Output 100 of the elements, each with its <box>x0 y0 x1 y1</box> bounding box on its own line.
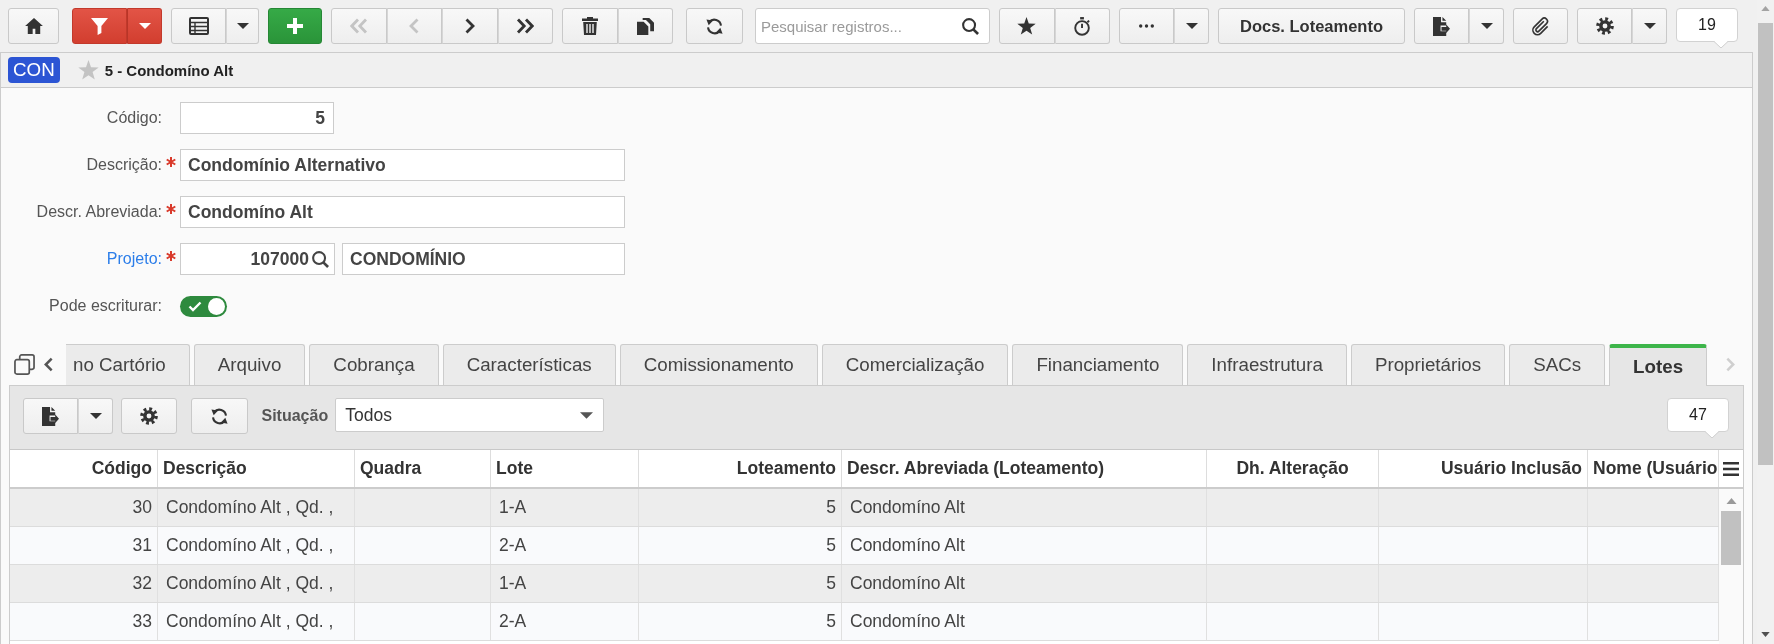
tab[interactable]: Características <box>442 344 616 385</box>
caret-icon <box>89 413 102 419</box>
refresh-button[interactable] <box>190 398 248 434</box>
scrollbar[interactable] <box>1719 489 1743 644</box>
column-header[interactable]: Dh. Alteração <box>1207 450 1379 487</box>
grid-view-button[interactable] <box>171 8 226 44</box>
table-cell: 5 <box>639 565 842 602</box>
caret-icon <box>1185 23 1198 29</box>
column-header[interactable]: Quadra <box>355 450 491 487</box>
table-cell: 5 <box>639 489 842 526</box>
tab[interactable]: Comercialização <box>821 344 1009 385</box>
table-cell: 2-A <box>491 603 639 640</box>
chevron-left-icon[interactable] <box>44 357 53 372</box>
column-header[interactable]: Descr. Abreviada (Loteamento) <box>842 450 1207 487</box>
settings-button[interactable] <box>1577 8 1632 44</box>
gear-icon <box>139 407 158 425</box>
caret-icon <box>138 23 151 29</box>
copy-icon[interactable] <box>14 354 35 375</box>
last-page-button[interactable] <box>497 8 553 44</box>
tab[interactable]: no Cartório <box>66 344 190 385</box>
delete-button[interactable] <box>562 8 618 44</box>
dropdown-button[interactable] <box>127 8 162 44</box>
text-field[interactable]: Condomínio Alternativo <box>180 149 625 181</box>
tab[interactable]: Proprietários <box>1350 344 1506 385</box>
tab[interactable]: Arquivo <box>193 344 306 385</box>
dropdown-button[interactable] <box>1174 8 1209 44</box>
field-label: Descrição: <box>85 156 162 174</box>
search-icon[interactable] <box>312 250 329 268</box>
field-link[interactable]: Projeto: <box>1 250 162 268</box>
table-row[interactable]: 33 Condomíno Alt , Qd. , 2-A 5 Condomíno Alt <box>10 603 1719 641</box>
status-dropdown[interactable]: Todos <box>335 398 605 432</box>
tab[interactable]: Financiamento <box>1012 344 1184 385</box>
table-cell: 30 <box>10 489 158 526</box>
duplicate-button[interactable] <box>617 8 673 44</box>
table-cell: Condomíno Alt <box>842 565 1207 602</box>
column-header[interactable]: Descrição <box>158 450 355 487</box>
column-header[interactable]: Loteamento <box>639 450 842 487</box>
lookup-description-field[interactable]: CONDOMÍNIO <box>342 243 625 275</box>
arrow-up-icon[interactable] <box>1725 498 1737 504</box>
table-cell: Condomíno Alt <box>842 603 1207 640</box>
dropdown-button[interactable] <box>1632 8 1667 44</box>
table-cell: Condomíno Alt <box>842 489 1207 526</box>
table-cell: Condomíno Alt , Qd. , <box>158 603 355 640</box>
attachment-button[interactable] <box>1513 8 1568 44</box>
field-label: Descr. Abreviada: <box>35 203 162 221</box>
dropdown-button[interactable] <box>1469 8 1504 44</box>
double-chevron-right-icon <box>516 18 535 34</box>
timer-button[interactable] <box>1054 8 1110 44</box>
dropdown-button[interactable] <box>78 398 113 434</box>
documents-icon <box>636 17 654 35</box>
tab[interactable]: Infraestrutura <box>1187 344 1347 385</box>
check-icon <box>188 300 202 312</box>
arrow-down-icon[interactable] <box>1761 632 1770 637</box>
number-field[interactable]: 5 <box>180 102 334 134</box>
table-row[interactable]: 31 Condomíno Alt , Qd. , 2-A 5 Condomíno Alt <box>10 527 1719 565</box>
caret-icon <box>580 411 594 419</box>
search-icon[interactable] <box>962 18 979 35</box>
dropdown-button[interactable] <box>226 8 259 44</box>
chevron-left-icon <box>409 18 420 34</box>
tab[interactable]: Cobrança <box>309 344 439 385</box>
record-title: 5 - Condomíno Alt <box>104 61 234 79</box>
table-row[interactable]: 32 Condomíno Alt , Qd. , 1-A 5 Condomíno Alt <box>10 565 1719 603</box>
documents-button[interactable]: Docs. Loteamento <box>1218 8 1405 44</box>
add-button[interactable] <box>268 8 322 44</box>
text-field[interactable]: Condomíno Alt <box>180 196 625 228</box>
tab[interactable]: Lotes <box>1609 344 1708 386</box>
export-button[interactable] <box>1414 8 1469 44</box>
toggle-switch[interactable] <box>180 295 227 317</box>
table-cell: 33 <box>10 603 158 640</box>
column-header[interactable]: Usuário Inclusão <box>1379 450 1588 487</box>
caret-icon <box>1480 23 1493 29</box>
entity-badge: CON <box>8 57 60 83</box>
tab[interactable]: SACs <box>1509 344 1606 385</box>
filter-button[interactable] <box>72 8 127 44</box>
lookup-code-field[interactable]: 107000 <box>180 243 335 275</box>
scrollbar-thumb[interactable] <box>1721 511 1741 565</box>
search-field[interactable]: Pesquisar registros... <box>755 8 990 44</box>
column-header[interactable]: Lote <box>491 450 639 487</box>
field-label: Código: <box>105 109 162 127</box>
stopwatch-icon <box>1073 16 1091 36</box>
menu-icon[interactable] <box>1723 461 1739 476</box>
refresh-icon <box>209 406 229 426</box>
table-cell: 1-A <box>491 489 639 526</box>
ellipsis-icon <box>1139 24 1154 28</box>
home-icon <box>24 18 43 34</box>
file-export-icon <box>1433 16 1450 36</box>
table-cell: Condomíno Alt , Qd. , <box>158 527 355 564</box>
column-header[interactable]: Nome (Usuário <box>1588 450 1719 487</box>
table-row[interactable]: 30 Condomíno Alt , Qd. , 1-A 5 Condomíno Alt <box>10 489 1719 527</box>
scrollbar-thumb[interactable] <box>1758 23 1773 465</box>
column-header[interactable]: Código <box>10 450 158 487</box>
export-button[interactable] <box>23 398 78 434</box>
star-icon[interactable] <box>77 60 99 80</box>
favorite-button[interactable] <box>999 8 1055 44</box>
file-export-icon <box>42 406 59 426</box>
filter-icon <box>91 17 108 35</box>
tab[interactable]: Comissionamento <box>619 344 818 385</box>
settings-button[interactable] <box>121 398 177 434</box>
home-button[interactable] <box>8 8 59 44</box>
refresh-button[interactable] <box>686 8 743 44</box>
